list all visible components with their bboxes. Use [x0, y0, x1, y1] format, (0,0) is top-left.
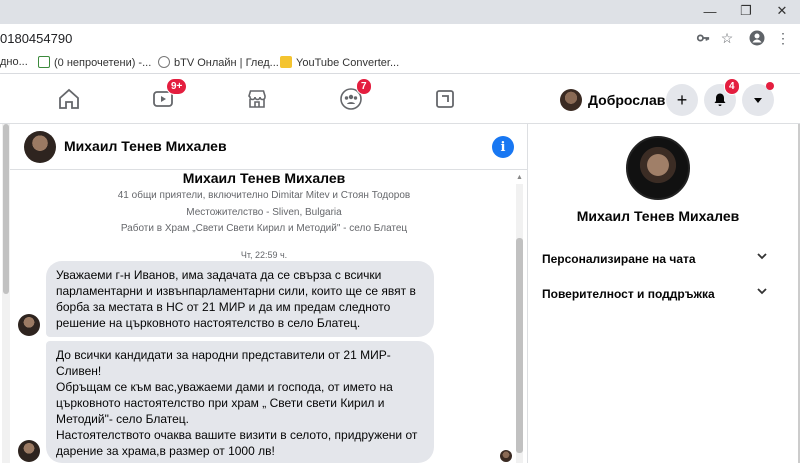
caret-down-icon — [754, 98, 762, 103]
scroll-up-arrow-icon[interactable]: ▲ — [516, 174, 523, 181]
intro-work: Работи в Храм „Свети Свети Кирил и Метод… — [120, 223, 408, 234]
chevron-down-icon — [756, 250, 768, 265]
privacy-support-label: Поверителност и поддръжка — [542, 287, 715, 301]
message-line: Сливен! — [56, 364, 102, 378]
profile-name: Доброслав — [588, 92, 666, 108]
watch-badge: 9+ — [166, 78, 188, 95]
notifications-button[interactable]: 4 — [704, 78, 740, 116]
message-line: решение на църковното настоятелство в се… — [56, 316, 361, 330]
customize-chat-row[interactable]: Персонализиране на чата — [542, 252, 768, 266]
groups-icon[interactable]: 7 — [336, 78, 372, 114]
bookmark-item[interactable]: YouTube Converter... — [280, 56, 399, 69]
sender-avatar[interactable] — [18, 314, 40, 336]
message-line: Настоятелството очаква вашите визити в с… — [56, 428, 418, 442]
globe-icon — [158, 56, 170, 68]
groups-badge: 7 — [356, 78, 372, 95]
create-button[interactable]: + — [666, 84, 698, 116]
chat-area: Михаил Тенев Михалев i Михаил Тенев Миха… — [0, 124, 528, 463]
more-menu-icon[interactable]: ⋮ — [774, 29, 792, 47]
intro-name: Михаил Тенев Михалев — [182, 170, 346, 186]
home-icon[interactable] — [54, 84, 84, 114]
chat-scrollbar[interactable]: ▲ — [514, 174, 524, 463]
contact-avatar[interactable] — [24, 131, 56, 163]
bookmark-item[interactable]: (0 непрочетени) -... — [38, 56, 151, 69]
message-line: дарение за храма,в размер от 1000 лв! — [56, 444, 275, 458]
menu-dot-indicator — [766, 82, 774, 90]
folder-icon — [280, 56, 292, 68]
marketplace-icon[interactable] — [242, 84, 272, 114]
message-timestamp: Чт, 22:59 ч. — [240, 250, 288, 260]
chat-header: Михаил Тенев Михалев i — [10, 124, 528, 170]
watch-icon[interactable]: 9+ — [148, 78, 188, 114]
contact-name[interactable]: Михаил Тенев Михалев — [528, 208, 788, 224]
intro-mutual-friends: 41 общи приятели, включително Dimitar Mi… — [117, 190, 411, 201]
key-icon[interactable] — [694, 29, 712, 47]
url-text[interactable]: 0180454790 — [0, 31, 72, 46]
bookmark-label: (0 непрочетени) -... — [54, 57, 152, 69]
facebook-top-nav: 9+ 7 Доброслав + 4 — [0, 74, 800, 124]
close-window-button[interactable]: ✕ — [764, 0, 800, 22]
customize-chat-label: Персонализиране на чата — [542, 252, 696, 266]
account-icon[interactable] — [748, 29, 766, 47]
message-line: Уважаеми г-н Иванов, има задачата да се … — [56, 268, 382, 282]
info-icon[interactable]: i — [492, 136, 514, 158]
bookmark-label: YouTube Converter... — [296, 57, 400, 69]
account-menu-button[interactable] — [742, 82, 774, 116]
sender-avatar[interactable] — [18, 440, 40, 462]
avatar — [560, 89, 582, 111]
notifications-badge: 4 — [724, 78, 740, 95]
message-line: Обръщам се към вас,уважаеми дами и госпо… — [56, 380, 393, 394]
address-bar[interactable]: 0180454790 ☆ ⋮ — [0, 24, 800, 52]
intro-location: Местожителство - Sliven, Bulgaria — [186, 207, 342, 218]
minimize-button[interactable]: — — [692, 0, 728, 22]
bookmark-label: bTV Онлайн | Глед... — [174, 57, 279, 69]
profile-chip[interactable]: Доброслав — [560, 86, 665, 114]
chevron-down-icon — [756, 285, 768, 300]
message-bubble[interactable]: До всички кандидати за народни представи… — [46, 341, 434, 463]
contact-profile-avatar[interactable] — [626, 136, 690, 200]
message-line: До всички кандидати за народни представи… — [56, 348, 391, 362]
browser-titlebar: — ❐ ✕ — [0, 0, 800, 24]
gaming-icon[interactable] — [430, 84, 460, 114]
bell-icon — [714, 93, 726, 106]
plus-icon: + — [676, 89, 688, 110]
bookmarks-bar: дно... (0 непрочетени) -... bTV Онлайн |… — [0, 52, 800, 74]
conversation-info-panel: Михаил Тенев Михалев Персонализиране на … — [528, 124, 800, 463]
message-line: църковното настоятелство при храм „ Свет… — [56, 396, 385, 410]
message-line: Методий"- село Блатец. — [56, 412, 189, 426]
bookmark-item[interactable]: bTV Онлайн | Глед... — [158, 56, 279, 69]
maximize-button[interactable]: ❐ — [728, 0, 764, 22]
home-icon — [38, 56, 50, 68]
chat-scrollbar-thumb[interactable] — [516, 238, 523, 453]
chat-title[interactable]: Михаил Тенев Михалев — [64, 138, 227, 154]
message-bubble[interactable]: Уважаеми г-н Иванов, има задачата да се … — [46, 261, 434, 337]
message-line: парламентарни и извънпарламентарни сили,… — [56, 284, 416, 298]
privacy-support-row[interactable]: Поверителност и поддръжка — [542, 287, 768, 301]
seen-indicator-avatar — [500, 450, 512, 462]
star-icon[interactable]: ☆ — [718, 29, 736, 47]
bookmark-item[interactable]: дно... — [0, 56, 28, 68]
message-line: борба за местата в НС от 21 МИР и да им … — [56, 300, 391, 314]
